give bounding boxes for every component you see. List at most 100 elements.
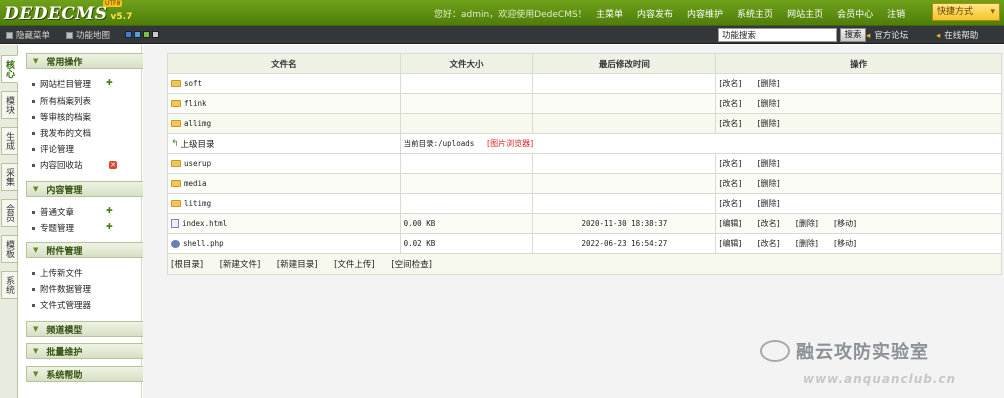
new-file-link[interactable]: [新建文件] — [220, 260, 261, 270]
tab-core[interactable]: 核心 — [1, 55, 18, 83]
rename-link[interactable]: [改名] — [719, 118, 741, 129]
tab-template[interactable]: 模板 — [1, 235, 18, 263]
parent-dir-link[interactable]: 上级目录 — [181, 140, 215, 150]
delete-link[interactable]: [删除] — [757, 178, 779, 189]
nav-system-home[interactable]: 系统主页 — [737, 7, 773, 20]
skin-swatch-blue[interactable] — [125, 31, 132, 38]
file-link[interactable]: shell.php — [183, 239, 224, 248]
skin-swatch-green[interactable] — [143, 31, 150, 38]
delete-link[interactable]: [删除] — [757, 158, 779, 169]
nav-main-menu[interactable]: 主菜单 — [596, 7, 623, 20]
file-link[interactable]: flink — [184, 99, 207, 108]
nav-site-home[interactable]: 网站主页 — [787, 7, 823, 20]
top-header: DEDECMS v5.7 UTF8 您好：admin，欢迎使用DedeCMS！ … — [0, 0, 1004, 26]
bullet-icon — [32, 131, 35, 135]
menu-item-pending-docs[interactable]: 等审核的档案 — [32, 111, 91, 123]
nav-content-maintain[interactable]: 内容维护 — [687, 7, 723, 20]
add-icon[interactable]: ✚ — [106, 206, 113, 215]
delete-link[interactable]: [删除] — [757, 118, 779, 129]
file-link[interactable]: media — [184, 179, 207, 188]
tab-collect[interactable]: 采集 — [1, 163, 18, 191]
menu-item-recycle-bin[interactable]: 内容回收站 — [32, 159, 83, 171]
menu-section-attachments[interactable]: ▼ 附件管理 — [26, 242, 150, 258]
online-help-link[interactable]: ◂ 在线帮助 — [936, 29, 978, 41]
menu-item-my-docs[interactable]: 我发布的文档 — [32, 127, 91, 139]
file-link[interactable]: litimg — [184, 199, 211, 208]
nav-content-publish[interactable]: 内容发布 — [637, 7, 673, 20]
tab-generate[interactable]: 生成 — [1, 127, 18, 155]
nav-member-center[interactable]: 会员中心 — [837, 7, 873, 20]
help-label: 在线帮助 — [944, 31, 979, 41]
rename-link[interactable]: [改名] — [719, 178, 741, 189]
move-link[interactable]: [移动] — [834, 218, 856, 229]
nav-logout[interactable]: 注销 — [887, 7, 905, 20]
file-link[interactable]: soft — [184, 79, 202, 88]
tab-module[interactable]: 模块 — [1, 91, 18, 119]
menu-section-content[interactable]: ▼ 内容管理 — [26, 181, 150, 197]
clear-icon[interactable]: ✕ — [109, 161, 117, 169]
map-icon — [66, 31, 73, 39]
bullet-icon — [32, 163, 35, 167]
tab-member[interactable]: 会员 — [1, 199, 18, 227]
menu-section-common[interactable]: ▼ 常用操作 — [26, 53, 150, 69]
function-map-label: 功能地图 — [76, 31, 111, 41]
root-dir-link[interactable]: [根目录] — [171, 260, 203, 270]
rename-link[interactable]: [改名] — [719, 78, 741, 89]
function-map-button[interactable]: 功能地图 — [66, 29, 110, 41]
menu-item-attach-data[interactable]: 附件数据管理 — [32, 283, 91, 295]
delete-link[interactable]: [删除] — [757, 198, 779, 209]
bullet-icon — [32, 99, 35, 103]
move-link[interactable]: [移动] — [834, 238, 856, 249]
new-dir-link[interactable]: [新建目录] — [277, 260, 318, 270]
folder-icon — [171, 160, 181, 167]
skin-swatch-gray[interactable] — [152, 31, 159, 38]
table-row: flink [改名] [删除] — [167, 93, 1002, 114]
bullet-icon — [32, 287, 35, 291]
tab-system[interactable]: 系统 — [1, 271, 18, 299]
quick-access-dropdown[interactable]: 快捷方式 ▾ — [932, 3, 1000, 21]
php-file-icon — [171, 239, 180, 248]
search-input[interactable] — [718, 28, 837, 42]
official-forum-link[interactable]: ◂ 官方论坛 — [866, 29, 908, 41]
rename-link[interactable]: [改名] — [719, 98, 741, 109]
image-browser-link[interactable]: [图片浏览器] — [487, 139, 533, 148]
expand-icon: ▼ — [33, 370, 39, 378]
edit-link[interactable]: [编辑] — [719, 238, 741, 249]
file-link[interactable]: userup — [184, 159, 211, 168]
menu-item-label: 网站栏目管理 — [40, 80, 92, 90]
file-upload-link[interactable]: [文件上传] — [334, 260, 375, 270]
file-link[interactable]: allimg — [184, 119, 211, 128]
menu-section-help[interactable]: ▼ 系统帮助 — [26, 366, 150, 382]
add-icon[interactable]: ✚ — [106, 78, 113, 87]
file-link[interactable]: index.html — [182, 219, 227, 228]
edit-link[interactable]: [编辑] — [719, 218, 741, 229]
add-icon[interactable]: ✚ — [106, 222, 113, 231]
delete-link[interactable]: [删除] — [757, 98, 779, 109]
menu-item-upload[interactable]: 上传新文件 — [32, 267, 83, 279]
menu-item-comments[interactable]: 评论管理 — [32, 143, 74, 155]
delete-link[interactable]: [删除] — [796, 218, 818, 229]
hide-menu-button[interactable]: 隐藏菜单 — [6, 29, 50, 41]
menu-item-file-manager[interactable]: 文件式管理器 — [32, 299, 91, 311]
skin-swatch-sky[interactable] — [134, 31, 141, 38]
rename-link[interactable]: [改名] — [757, 218, 779, 229]
menu-item-label: 普通文章 — [40, 208, 75, 218]
skin-color-picker — [125, 31, 161, 38]
search-button[interactable]: 搜索 — [840, 28, 866, 42]
rename-link[interactable]: [改名] — [719, 158, 741, 169]
rename-link[interactable]: [改名] — [757, 238, 779, 249]
menu-item-all-docs[interactable]: 所有档案列表 — [32, 95, 91, 107]
menu-item-articles[interactable]: 普通文章 — [32, 206, 74, 218]
menu-item-columns[interactable]: 网站栏目管理 — [32, 78, 91, 90]
top-nav: 主菜单 内容发布 内容维护 系统主页 网站主页 会员中心 注销 — [596, 0, 919, 26]
menu-item-topics[interactable]: 专题管理 — [32, 222, 74, 234]
menu-section-batch[interactable]: ▼ 批量维护 — [26, 343, 150, 359]
menu-section-channel-model[interactable]: ▼ 频道模型 — [26, 321, 150, 337]
hide-menu-label: 隐藏菜单 — [16, 31, 51, 41]
col-filesize: 文件大小 — [399, 53, 534, 74]
space-check-link[interactable]: [空间检查] — [391, 260, 432, 270]
delete-link[interactable]: [删除] — [796, 238, 818, 249]
delete-link[interactable]: [删除] — [757, 78, 779, 89]
rename-link[interactable]: [改名] — [719, 198, 741, 209]
table-row: media [改名] [删除] — [167, 173, 1002, 194]
